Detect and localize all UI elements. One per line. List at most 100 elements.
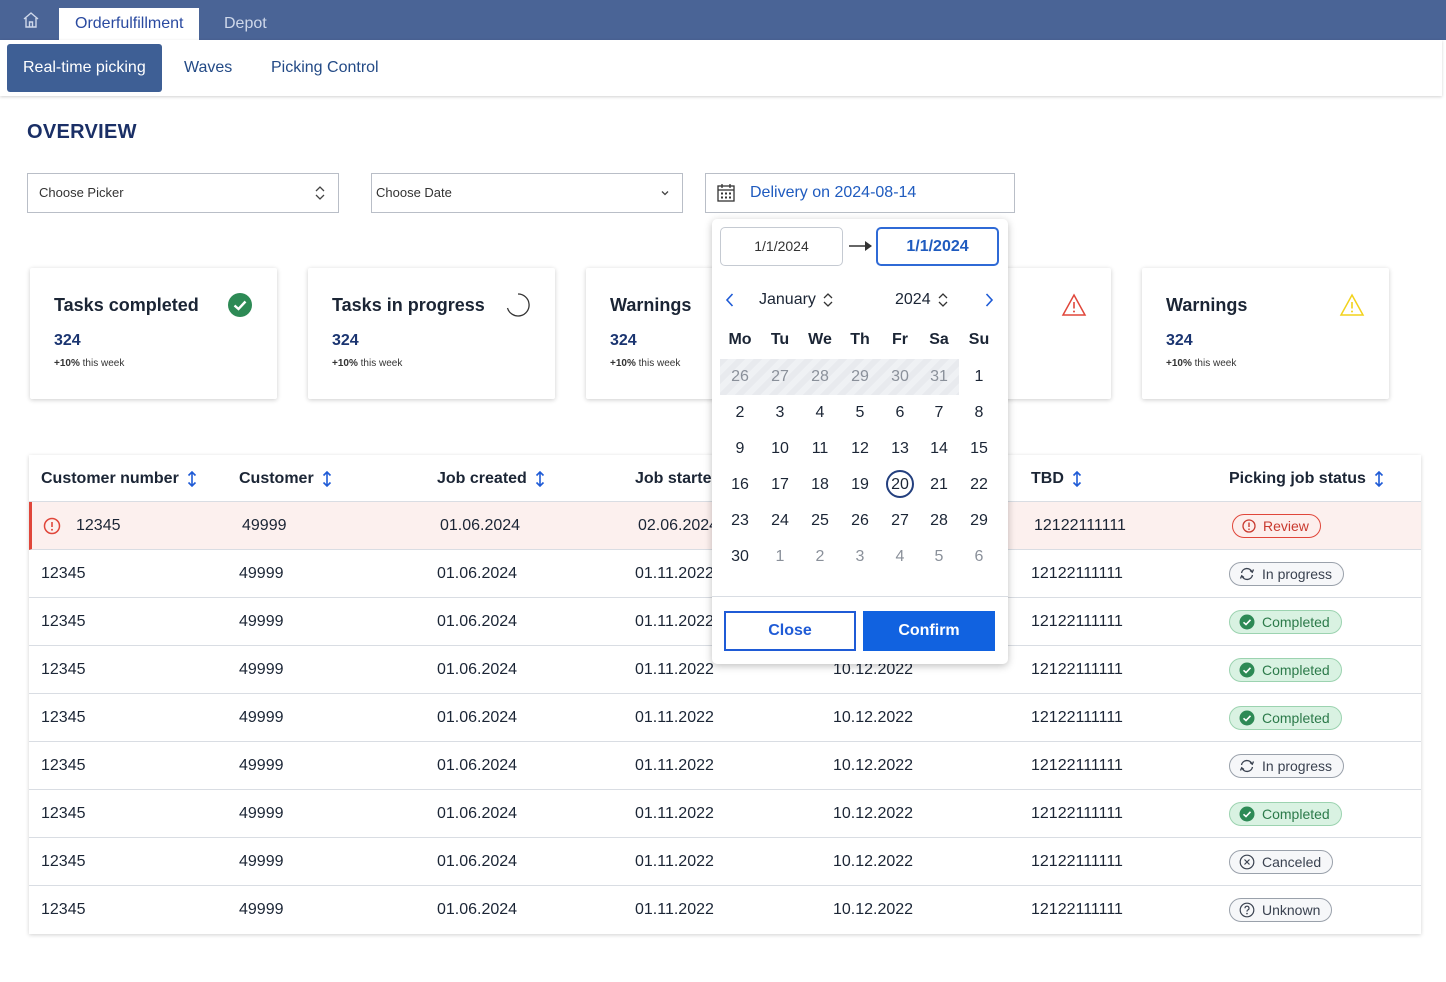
calendar-day[interactable]: 13 <box>880 431 920 467</box>
confirm-button[interactable]: Confirm <box>863 611 995 651</box>
delivery-date-field[interactable]: Delivery on 2024-08-14 <box>705 173 1015 213</box>
calendar-day-outside-month[interactable]: 31 <box>919 359 959 395</box>
calendar-day[interactable]: 11 <box>800 431 840 467</box>
status-badge: Completed <box>1229 706 1342 730</box>
sort-icon[interactable] <box>322 470 332 487</box>
weekday-label: Fr <box>892 331 908 348</box>
tab-realtime-picking[interactable]: Real-time picking <box>7 44 162 92</box>
calendar-day-outside-month[interactable]: 1 <box>760 539 800 575</box>
calendar-day-outside-month[interactable]: 30 <box>880 359 920 395</box>
calendar-day[interactable]: 24 <box>760 503 800 539</box>
calendar-day[interactable]: 9 <box>720 431 760 467</box>
calendar-day[interactable]: 21 <box>919 467 959 503</box>
calendar-day[interactable]: 8 <box>959 395 999 431</box>
tab-waves[interactable]: Waves <box>168 44 248 92</box>
calendar-day[interactable]: 5 <box>840 395 880 431</box>
cell-job-created: 01.06.2024 <box>437 709 518 726</box>
calendar-day[interactable]: 28 <box>919 503 959 539</box>
calendar-day-outside-month[interactable]: 26 <box>720 359 760 395</box>
calendar-day[interactable]: 12 <box>840 431 880 467</box>
weekday-label: Su <box>968 331 990 348</box>
refresh-icon <box>1239 567 1255 581</box>
card-tasks-completed: Tasks completed 324 +10% this week <box>30 268 277 399</box>
calendar-day[interactable]: 27 <box>880 503 920 539</box>
cell-job-created: 01.06.2024 <box>437 901 518 918</box>
calendar-day[interactable]: 4 <box>800 395 840 431</box>
calendar-day[interactable]: 23 <box>720 503 760 539</box>
calendar-day[interactable]: 6 <box>880 395 920 431</box>
calendar-day-outside-month[interactable]: 29 <box>840 359 880 395</box>
cell-job-started: 01.11.2022 <box>635 805 714 822</box>
home-tab[interactable] <box>8 0 54 40</box>
status-badge: Unknown <box>1229 898 1333 922</box>
date-select[interactable]: Choose Date <box>371 173 683 213</box>
sort-icon[interactable] <box>187 470 197 487</box>
error-circle-icon <box>1242 519 1256 533</box>
chevron-left-icon[interactable] <box>725 292 735 308</box>
tab-depot[interactable]: Depot <box>208 8 283 40</box>
cell-job-created: 01.06.2024 <box>437 853 518 870</box>
card-trend: +10% this week <box>1166 358 1237 369</box>
calendar-day[interactable]: 15 <box>959 431 999 467</box>
cell-customer-number: 12345 <box>41 565 86 582</box>
range-start-input[interactable]: 1/1/2024 <box>720 227 843 266</box>
card-value: 324 <box>1166 332 1193 349</box>
cell-job-started: 01.11.2022 <box>635 565 714 582</box>
table-row[interactable]: 12345 49999 01.06.2024 01.11.2022 10.12.… <box>29 790 1421 838</box>
calendar-day[interactable]: 3 <box>760 395 800 431</box>
calendar-day[interactable]: 10 <box>760 431 800 467</box>
calendar-day-outside-month[interactable]: 3 <box>840 539 880 575</box>
divider <box>712 596 1008 597</box>
calendar-day[interactable]: 14 <box>919 431 959 467</box>
header-job-started[interactable]: Job started <box>635 455 721 502</box>
status-badge: In progress <box>1229 562 1345 586</box>
table-row[interactable]: 12345 49999 01.06.2024 01.11.2022 10.12.… <box>29 742 1421 790</box>
cell-customer: 49999 <box>239 853 284 870</box>
calendar-day[interactable]: 17 <box>760 467 800 503</box>
header-tbd[interactable]: TBD <box>1031 455 1082 502</box>
top-navigation-bar: Orderfulfillment Depot <box>0 0 1446 40</box>
header-job-created[interactable]: Job created <box>437 455 545 502</box>
check-circle-icon <box>1239 614 1255 630</box>
calendar-day[interactable]: 26 <box>840 503 880 539</box>
calendar-day[interactable]: 16 <box>720 467 760 503</box>
sort-icon[interactable] <box>1072 470 1082 487</box>
picker-select[interactable]: Choose Picker <box>27 173 339 213</box>
calendar-day[interactable]: 20 <box>880 467 920 503</box>
sort-icon[interactable] <box>1374 470 1384 487</box>
calendar-day[interactable]: 30 <box>720 539 760 575</box>
chevron-right-icon[interactable] <box>984 292 994 308</box>
card-trend: +10% this week <box>54 358 125 369</box>
calendar-day[interactable]: 7 <box>919 395 959 431</box>
tab-picking-control[interactable]: Picking Control <box>255 44 395 92</box>
cell-job-started: 01.11.2022 <box>635 613 714 630</box>
calendar-day[interactable]: 2 <box>720 395 760 431</box>
calendar-day[interactable]: 18 <box>800 467 840 503</box>
table-row[interactable]: 12345 49999 01.06.2024 01.11.2022 10.12.… <box>29 838 1421 886</box>
sort-icon[interactable] <box>535 470 545 487</box>
header-customer[interactable]: Customer <box>239 455 332 502</box>
calendar-day[interactable]: 25 <box>800 503 840 539</box>
range-end-input[interactable]: 1/1/2024 <box>876 227 999 266</box>
calendar-day-outside-month[interactable]: 4 <box>880 539 920 575</box>
header-customer-number[interactable]: Customer number <box>41 455 197 502</box>
table-row[interactable]: 12345 49999 01.06.2024 01.11.2022 10.12.… <box>29 886 1421 934</box>
table-row[interactable]: 12345 49999 01.06.2024 01.11.2022 10.12.… <box>29 694 1421 742</box>
calendar-day-outside-month[interactable]: 6 <box>959 539 999 575</box>
calendar-day-outside-month[interactable]: 27 <box>760 359 800 395</box>
calendar-day[interactable]: 22 <box>959 467 999 503</box>
calendar-day[interactable]: 29 <box>959 503 999 539</box>
cell-customer-number: 12345 <box>41 709 86 726</box>
calendar-day-outside-month[interactable]: 28 <box>800 359 840 395</box>
tab-orderfulfillment[interactable]: Orderfulfillment <box>59 8 200 40</box>
close-button[interactable]: Close <box>724 611 856 651</box>
card-trend: +10% this week <box>610 358 681 369</box>
calendar-day-outside-month[interactable]: 2 <box>800 539 840 575</box>
x-circle-icon <box>1239 854 1255 870</box>
calendar-day[interactable]: 19 <box>840 467 880 503</box>
calendar-day-outside-month[interactable]: 5 <box>919 539 959 575</box>
year-select[interactable]: 2024 <box>895 289 949 311</box>
month-select[interactable]: January <box>759 289 834 311</box>
header-picking-job-status[interactable]: Picking job status <box>1229 455 1384 502</box>
calendar-day[interactable]: 1 <box>959 359 999 395</box>
